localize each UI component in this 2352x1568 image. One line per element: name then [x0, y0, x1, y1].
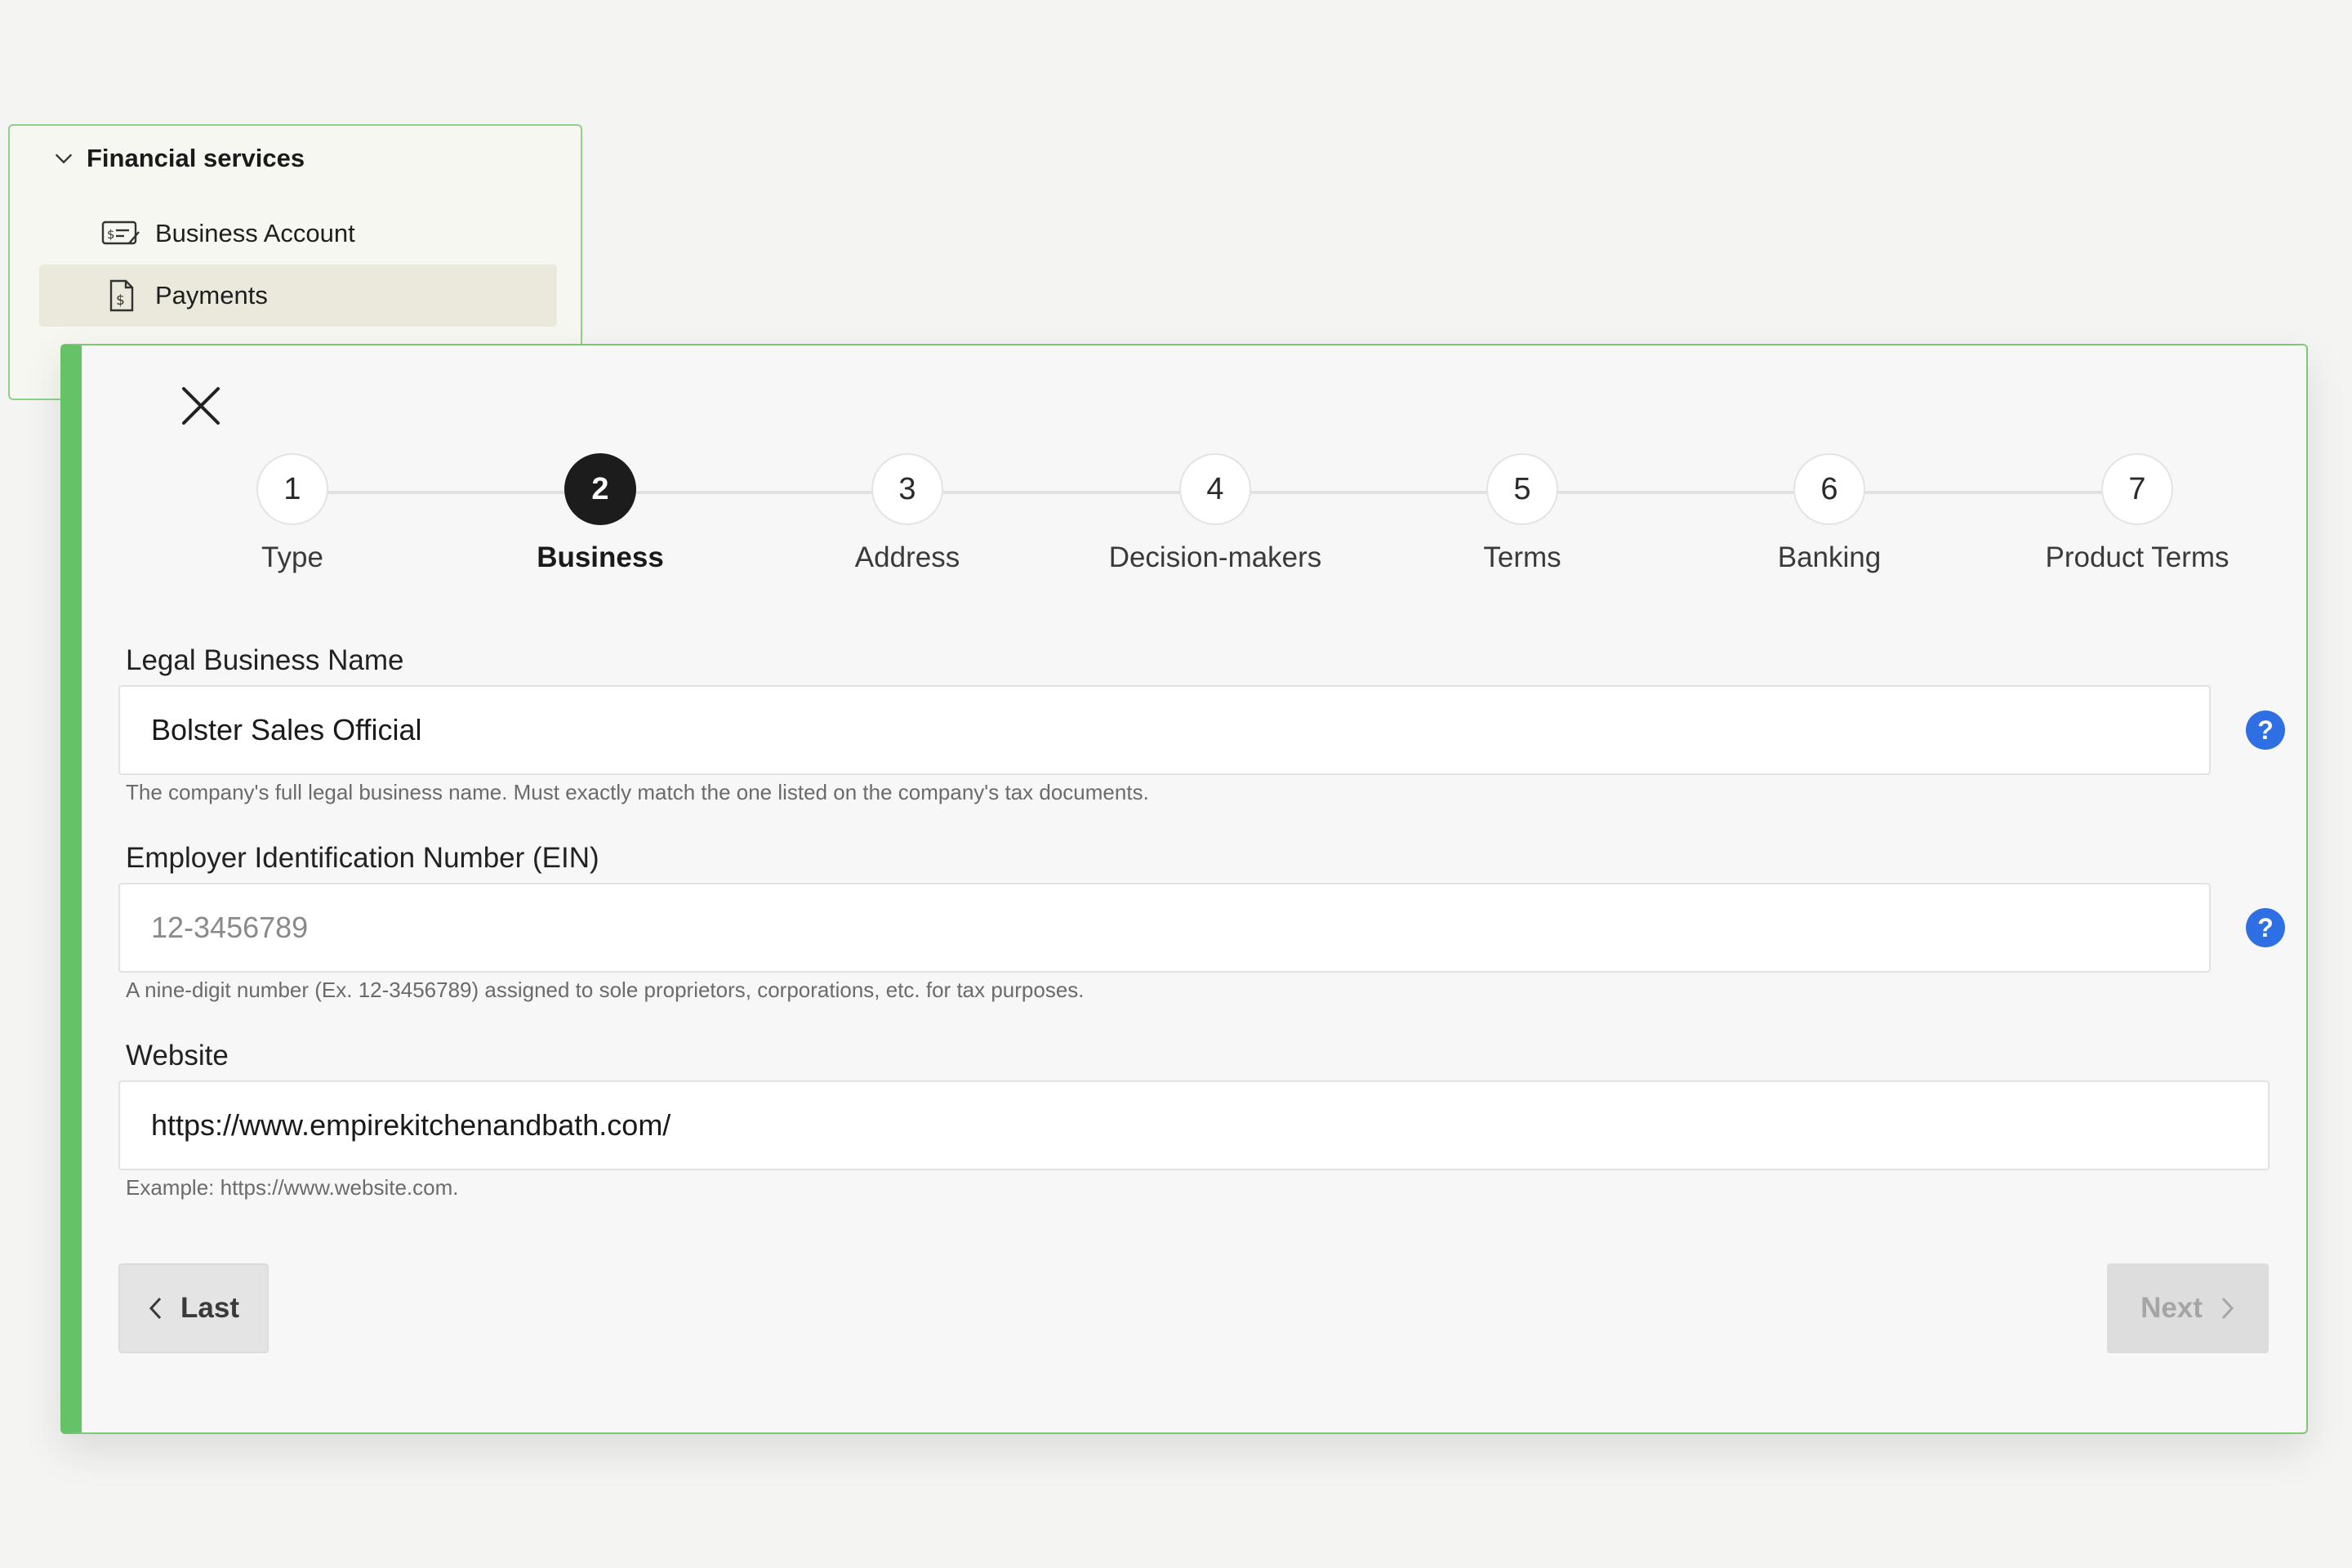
- step-label: Terms: [1483, 541, 1561, 573]
- step-number: 7: [2101, 453, 2173, 525]
- check-card-icon: $: [101, 217, 140, 250]
- svg-text:$: $: [107, 227, 115, 242]
- progress-stepper: 1 Type 2 Business 3 Address 4 Decision-m…: [82, 453, 2306, 584]
- invoice-dollar-icon: $: [101, 279, 140, 312]
- next-button[interactable]: Next: [2107, 1263, 2269, 1353]
- website-help-text: Example: https://www.website.com.: [126, 1175, 459, 1200]
- step-terms[interactable]: 5 Terms: [1392, 453, 1653, 574]
- website-input[interactable]: [118, 1080, 2270, 1170]
- legal-business-name-help-icon[interactable]: ?: [2246, 710, 2285, 750]
- sidebar-group-financial-services[interactable]: Financial services: [52, 144, 305, 173]
- last-button[interactable]: Last: [118, 1263, 269, 1353]
- legal-business-name-label: Legal Business Name: [126, 644, 404, 676]
- step-type[interactable]: 1 Type: [162, 453, 423, 574]
- step-product-terms[interactable]: 7 Product Terms: [2007, 453, 2268, 574]
- sidebar-item-label: Payments: [155, 281, 268, 310]
- chevron-right-icon: [2221, 1297, 2234, 1320]
- sidebar-item-payments[interactable]: $ Payments: [39, 265, 557, 327]
- step-number: 1: [256, 453, 328, 525]
- last-button-label: Last: [180, 1292, 239, 1324]
- ein-label: Employer Identification Number (EIN): [126, 842, 599, 874]
- legal-business-name-help-text: The company's full legal business name. …: [126, 780, 1149, 804]
- next-button-label: Next: [2140, 1292, 2203, 1324]
- step-number: 5: [1486, 453, 1558, 525]
- close-button[interactable]: [173, 378, 229, 434]
- step-address[interactable]: 3 Address: [777, 453, 1038, 574]
- step-label: Decision-makers: [1108, 541, 1322, 573]
- step-label: Business: [537, 541, 664, 573]
- ein-help-text: A nine-digit number (Ex. 12-3456789) ass…: [126, 978, 1085, 1002]
- sidebar-item-business-account[interactable]: $ Business Account: [39, 203, 557, 265]
- step-label: Banking: [1777, 541, 1882, 573]
- step-label: Product Terms: [2045, 541, 2230, 573]
- step-decision-makers[interactable]: 4 Decision-makers: [1085, 453, 1346, 574]
- close-icon: [182, 387, 220, 425]
- ein-input[interactable]: [118, 883, 2211, 973]
- business-details-modal: 1 Type 2 Business 3 Address 4 Decision-m…: [60, 344, 2308, 1434]
- sidebar-item-label: Business Account: [155, 219, 355, 247]
- step-number: 2: [564, 453, 636, 525]
- svg-text:$: $: [116, 292, 125, 309]
- chevron-left-icon: [149, 1297, 162, 1320]
- ein-help-icon[interactable]: ?: [2246, 908, 2285, 947]
- chevron-down-icon: [55, 154, 73, 164]
- step-business[interactable]: 2 Business: [470, 453, 731, 574]
- step-number: 4: [1179, 453, 1251, 525]
- step-number: 3: [871, 453, 943, 525]
- sidebar-group-label: Financial services: [87, 144, 305, 172]
- step-label: Type: [261, 541, 323, 573]
- step-number: 6: [1793, 453, 1865, 525]
- website-label: Website: [126, 1040, 229, 1071]
- step-label: Address: [854, 541, 960, 573]
- legal-business-name-input[interactable]: [118, 685, 2211, 775]
- step-banking[interactable]: 6 Banking: [1699, 453, 1960, 574]
